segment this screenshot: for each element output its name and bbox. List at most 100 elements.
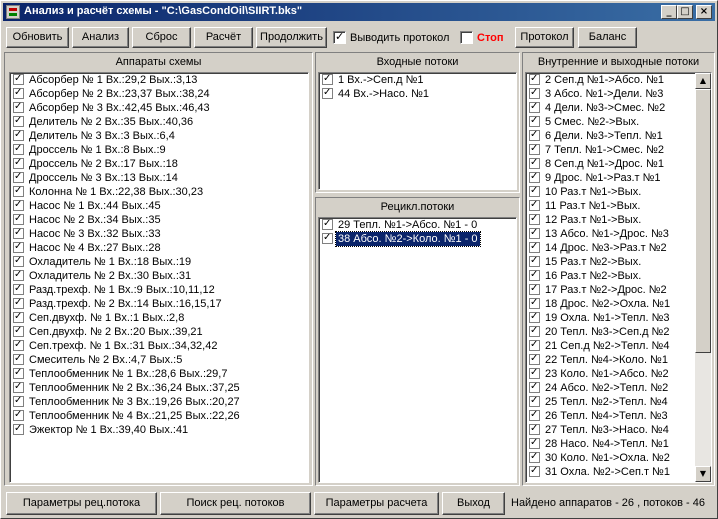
apparatus-row[interactable]: Дроссель № 2 Вх.:17 Вых.:18 [10,156,308,171]
input-stream-row[interactable]: 44 Вх.->Насо. №1 [319,86,516,101]
row-checkbox[interactable] [13,226,24,240]
internal-stream-row[interactable]: 11 Раз.т №1->Вых. [526,198,711,213]
row-checkbox[interactable] [13,100,24,114]
row-checkbox[interactable] [529,86,540,100]
close-icon[interactable]: × [696,5,712,19]
row-checkbox[interactable] [13,352,24,366]
analysis-button[interactable]: Анализ [72,27,129,48]
row-checkbox[interactable] [529,170,540,184]
apparatus-row[interactable]: Охладитель № 1 Вх.:18 Вых.:19 [10,254,308,269]
apparatus-row[interactable]: Делитель № 2 Вх.:35 Вых.:40,36 [10,114,308,129]
apparatus-row[interactable]: Эжектор № 1 Вх.:39,40 Вых.:41 [10,422,308,437]
app-icon[interactable] [6,5,20,19]
row-checkbox[interactable] [529,254,540,268]
row-checkbox[interactable] [529,296,540,310]
apparatus-row[interactable]: Смеситель № 2 Вх.:4,7 Вых.:5 [10,352,308,367]
row-checkbox[interactable] [529,268,540,282]
row-checkbox[interactable] [13,408,24,422]
continue-button[interactable]: Продолжить [256,27,327,48]
row-checkbox[interactable] [322,218,333,231]
row-checkbox[interactable] [13,254,24,268]
internal-streams-list[interactable]: 2 Сеп.д №1->Абсо. №1 3 Абсо. №1->Дели. №3… [525,72,712,483]
row-checkbox[interactable] [529,184,540,198]
row-checkbox[interactable] [529,100,540,114]
row-checkbox[interactable] [529,226,540,240]
scroll-down-icon[interactable]: ▼ [695,466,711,482]
internal-stream-row[interactable]: 18 Дрос. №2->Охла. №1 [526,296,711,311]
row-checkbox[interactable] [529,212,540,226]
recycle-stream-row[interactable]: 29 Тепл. №1->Абсо. №1 - 0 [319,218,516,232]
search-recycle-button[interactable]: Поиск рец. потоков [160,492,311,515]
refresh-button[interactable]: Обновить [6,27,69,48]
apparatus-row[interactable]: Насос № 1 Вх.:44 Вых.:45 [10,198,308,213]
row-checkbox[interactable] [13,296,24,310]
input-stream-row[interactable]: 1 Вх.->Сеп.д №1 [319,73,516,87]
row-checkbox[interactable] [529,464,540,478]
internal-stream-row[interactable]: 19 Охла. №1->Тепл. №3 [526,310,711,325]
internal-stream-row[interactable]: 23 Коло. №1->Абсо. №2 [526,366,711,381]
row-checkbox[interactable] [13,142,24,156]
row-checkbox[interactable] [13,128,24,142]
row-checkbox[interactable] [13,366,24,380]
row-checkbox[interactable] [322,231,333,245]
internal-stream-row[interactable]: 3 Абсо. №1->Дели. №3 [526,86,711,101]
row-checkbox[interactable] [13,114,24,128]
recycle-streams-list[interactable]: 29 Тепл. №1->Абсо. №1 - 038 Абсо. №2->Ко… [318,217,517,483]
apparatus-row[interactable]: Насос № 2 Вх.:34 Вых.:35 [10,212,308,227]
apparatus-row[interactable]: Разд.трехф. № 1 Вх.:9 Вых.:10,11,12 [10,282,308,297]
row-checkbox[interactable] [322,73,333,86]
internal-stream-row[interactable]: 8 Сеп.д №1->Дрос. №1 [526,156,711,171]
apparatus-list[interactable]: Абсорбер № 1 Вх.:29,2 Вых.:3,13 Абсорбер … [9,72,309,483]
apparatus-row[interactable]: Разд.трехф. № 2 Вх.:14 Вых.:16,15,17 [10,296,308,311]
row-checkbox[interactable] [13,380,24,394]
row-checkbox[interactable] [13,324,24,338]
minimize-icon[interactable]: _ [661,5,677,19]
apparatus-row[interactable]: Охладитель № 2 Вх.:30 Вых.:31 [10,268,308,283]
internal-stream-row[interactable]: 20 Тепл. №3->Сеп.д №2 [526,324,711,339]
internal-stream-row[interactable]: 28 Насо. №4->Тепл. №1 [526,436,711,451]
internal-stream-row[interactable]: 30 Коло. №1->Охла. №2 [526,450,711,465]
row-checkbox[interactable] [13,86,24,100]
scroll-thumb[interactable] [695,89,711,353]
row-checkbox[interactable] [13,240,24,254]
apparatus-row[interactable]: Теплообменник № 4 Вх.:21,25 Вых.:22,26 [10,408,308,423]
row-checkbox[interactable] [529,422,540,436]
internal-stream-row[interactable]: 21 Сеп.д №2->Тепл. №4 [526,338,711,353]
row-checkbox[interactable] [13,184,24,198]
row-checkbox[interactable] [529,198,540,212]
row-checkbox[interactable] [529,436,540,450]
internal-stream-row[interactable]: 13 Абсо. №1->Дрос. №3 [526,226,711,241]
row-checkbox[interactable] [529,352,540,366]
row-checkbox[interactable] [529,324,540,338]
recycle-params-button[interactable]: Параметры рец.потока [6,492,157,515]
row-checkbox[interactable] [13,198,24,212]
row-checkbox[interactable] [529,114,540,128]
row-checkbox[interactable] [529,240,540,254]
apparatus-row[interactable]: Дроссель № 3 Вх.:13 Вых.:14 [10,170,308,185]
apparatus-row[interactable]: Сеп.двухф. № 1 Вх.:1 Вых.:2,8 [10,310,308,325]
internal-stream-row[interactable]: 15 Раз.т №2->Вых. [526,254,711,269]
internal-stream-row[interactable]: 5 Смес. №2->Вых. [526,114,711,129]
title-bar[interactable]: Анализ и расчёт схемы - "C:\GasCondOil\S… [3,3,715,21]
calculate-button[interactable]: Расчёт [194,27,253,48]
internal-stream-row[interactable]: 31 Охла. №2->Сеп.т №1 [526,464,711,479]
row-checkbox[interactable] [13,394,24,408]
protocol-button[interactable]: Протокол [515,27,574,48]
row-checkbox[interactable] [529,142,540,156]
internal-stream-row[interactable]: 6 Дели. №3->Тепл. №1 [526,128,711,143]
apparatus-row[interactable]: Насос № 3 Вх.:32 Вых.:33 [10,226,308,241]
apparatus-row[interactable]: Колонна № 1 Вх.:22,38 Вых.:30,23 [10,184,308,199]
internal-stream-row[interactable]: 16 Раз.т №2->Вых. [526,268,711,283]
row-checkbox[interactable] [529,156,540,170]
exit-button[interactable]: Выход [442,492,505,515]
row-checkbox[interactable] [13,310,24,324]
balance-button[interactable]: Баланс [578,27,637,48]
recycle-stream-row[interactable]: 38 Абсо. №2->Коло. №1 - 0 [319,231,516,247]
row-checkbox[interactable] [13,212,24,226]
row-checkbox[interactable] [529,73,540,86]
internal-stream-row[interactable]: 2 Сеп.д №1->Абсо. №1 [526,73,711,87]
apparatus-row[interactable]: Делитель № 3 Вх.:3 Вых.:6,4 [10,128,308,143]
internal-stream-row[interactable]: 9 Дрос. №1->Раз.т №1 [526,170,711,185]
row-checkbox[interactable] [13,282,24,296]
apparatus-row[interactable]: Насос № 4 Вх.:27 Вых.:28 [10,240,308,255]
